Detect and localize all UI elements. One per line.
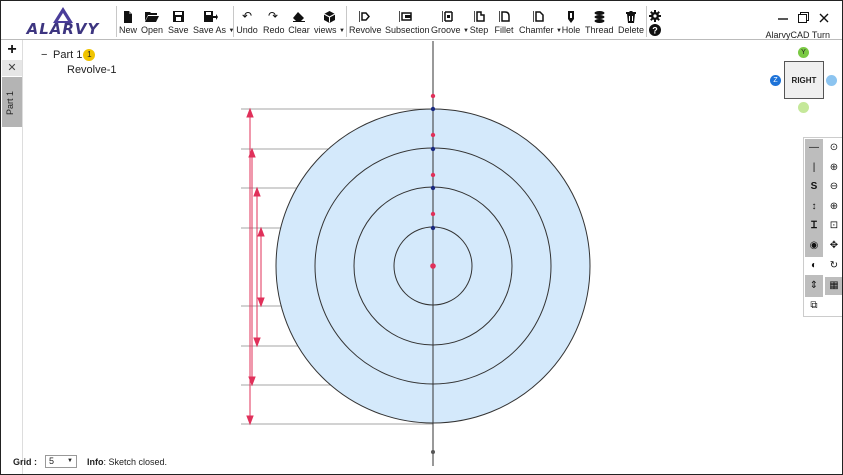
info-text: : Sketch closed. (103, 457, 168, 467)
x-axis-dot[interactable] (826, 75, 837, 86)
eye-icon[interactable]: ◉ (805, 237, 823, 255)
rotate-icon[interactable]: ↻ (825, 257, 842, 275)
view-cube[interactable]: RIGHT (784, 61, 824, 99)
view-tool-panel: — | S ↕ Ɪ ◉ ◐ ⇕ ⧉ ⊙ ⊕ ⊖ ⊕ ⊡ ✥ ↻ ▦ (803, 137, 842, 317)
i-beam-icon[interactable]: Ɪ (805, 217, 823, 235)
layers-icon[interactable]: ⧉ (805, 297, 823, 315)
z-axis-dot[interactable]: Z (770, 75, 781, 86)
horizontal-line-icon[interactable]: — (805, 139, 823, 157)
grid-label: Grid : (13, 457, 37, 467)
vertical-dimension-icon[interactable]: ↕ (805, 198, 823, 216)
grid-select[interactable]: 5 ▼ (45, 455, 77, 468)
grid-value: 5 (49, 456, 55, 466)
zoom-fit-icon[interactable]: ⊕ (825, 198, 842, 216)
dimension-lines (246, 107, 265, 426)
zoom-window-icon[interactable]: ⊡ (825, 217, 842, 235)
vertical-line-icon[interactable]: | (805, 159, 823, 177)
spline-icon[interactable]: S (805, 178, 823, 196)
zoom-in-icon[interactable]: ⊕ (825, 159, 842, 177)
up-down-arrows-icon[interactable]: ⇕ (805, 277, 823, 295)
chevron-down-icon: ▼ (67, 458, 73, 464)
y-axis-dot[interactable]: Y (798, 47, 809, 58)
grid-icon[interactable]: ▦ (825, 277, 842, 295)
y-neg-axis-dot[interactable] (798, 102, 809, 113)
pan-icon[interactable]: ✥ (825, 237, 842, 255)
contrast-icon[interactable]: ◐ (805, 257, 823, 275)
mouse-icon[interactable]: ⊙ (825, 139, 842, 157)
sketch-canvas[interactable] (1, 1, 843, 475)
info-bar: Info: Sketch closed. (87, 457, 167, 467)
app-window: ALARVY New Open Save Save As ▼ ↶ Undo ↷ … (0, 0, 843, 475)
info-label: Info (87, 457, 104, 467)
zoom-out-icon[interactable]: ⊖ (825, 178, 842, 196)
